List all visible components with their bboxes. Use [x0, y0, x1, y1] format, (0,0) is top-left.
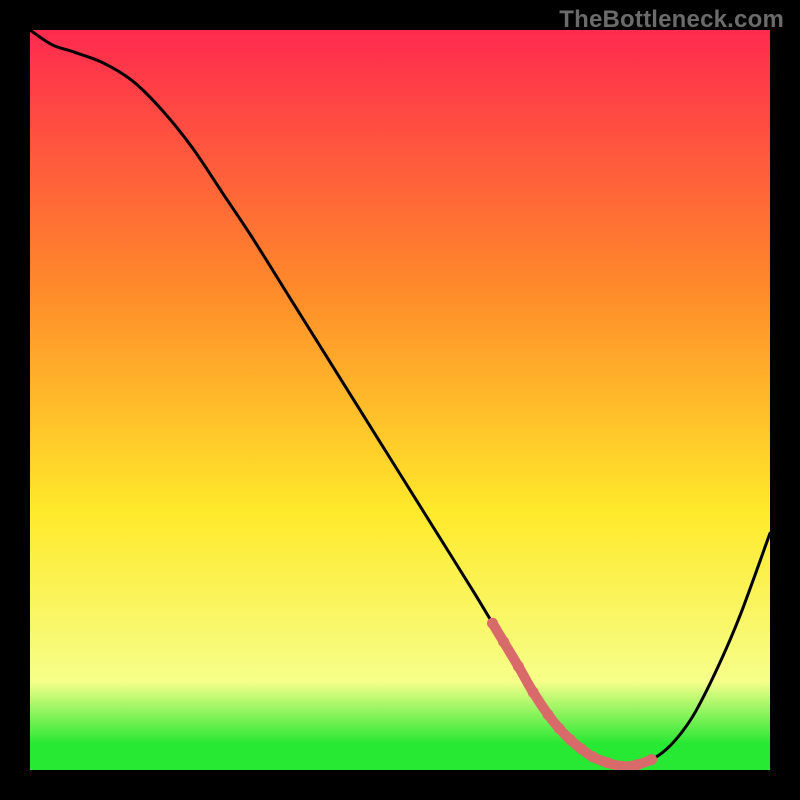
bottleneck-chart	[30, 30, 770, 770]
optimal-range-dot	[498, 636, 509, 647]
optimal-range-dot	[528, 687, 539, 698]
optimal-range-dot	[631, 759, 642, 770]
optimal-range-dot	[543, 709, 554, 720]
optimal-range-dot	[487, 618, 498, 629]
optimal-range-dot	[646, 754, 657, 765]
chart-svg	[30, 30, 770, 770]
optimal-range-dot	[602, 757, 613, 768]
chart-container: TheBottleneck.com	[0, 0, 800, 800]
chart-background	[30, 30, 770, 770]
optimal-range-dot	[576, 743, 587, 754]
optimal-range-dot	[513, 661, 524, 672]
optimal-range-dot	[565, 734, 576, 745]
optimal-range-dot	[554, 723, 565, 734]
optimal-range-dot	[587, 751, 598, 762]
